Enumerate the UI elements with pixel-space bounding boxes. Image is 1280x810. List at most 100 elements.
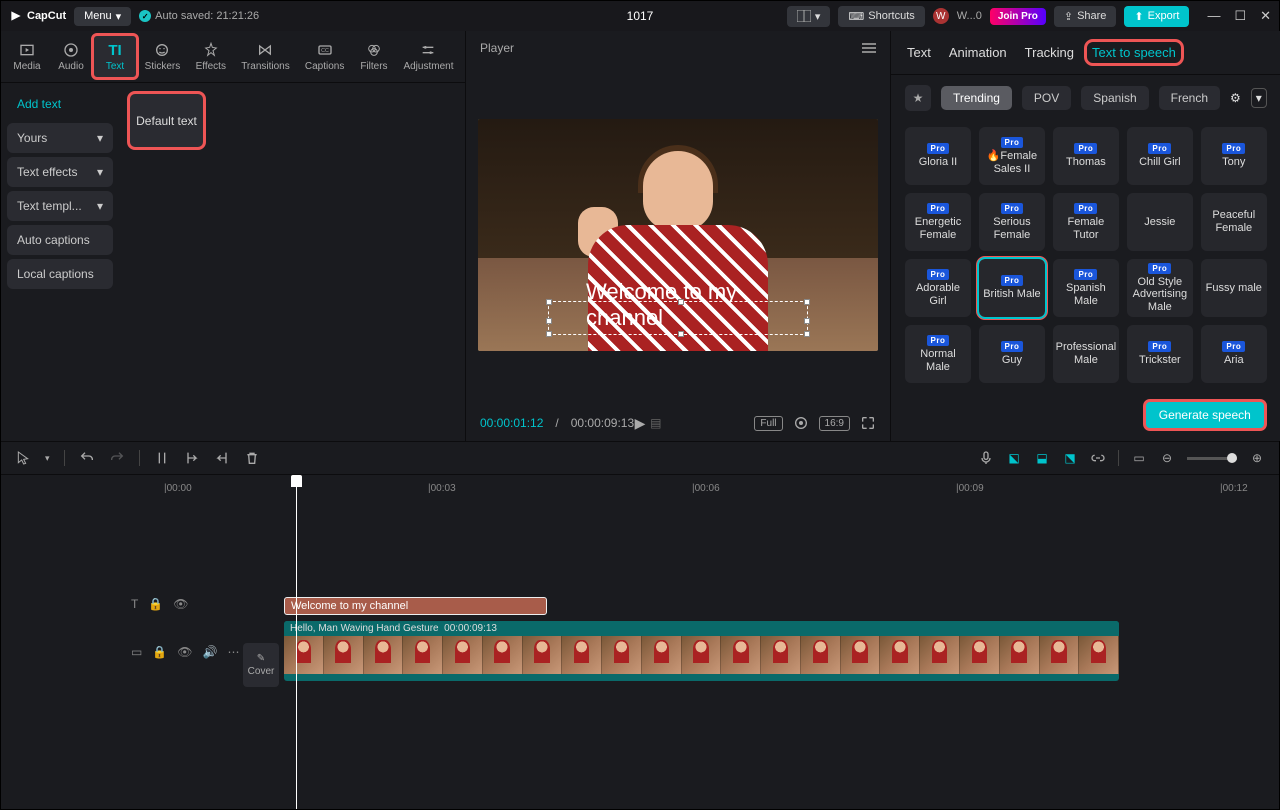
zoom-in-icon[interactable]: ⊕ <box>1249 450 1265 466</box>
compare-icon[interactable]: ▤ <box>650 416 661 430</box>
user-avatar[interactable]: W <box>933 8 949 24</box>
quality-icon[interactable] <box>793 415 809 431</box>
generate-speech-button[interactable]: Generate speech <box>1145 401 1265 429</box>
lock-icon[interactable]: 🔒 <box>152 645 167 659</box>
voice-peaceful-female[interactable]: Peaceful Female <box>1201 193 1267 251</box>
autosave-status: ✓ Auto saved: 21:21:26 <box>139 10 259 22</box>
link-icon[interactable] <box>1090 450 1106 466</box>
menu-button[interactable]: Menu▾ <box>74 7 131 26</box>
voice-adorable-girl[interactable]: ProAdorable Girl <box>905 259 971 317</box>
voice-fussy-male[interactable]: Fussy male <box>1201 259 1267 317</box>
chip-trending[interactable]: Trending <box>941 86 1012 110</box>
mic-icon[interactable] <box>978 450 994 466</box>
chevron-down-icon[interactable]: ▾ <box>1251 88 1267 108</box>
tab-animation[interactable]: Animation <box>949 45 1007 60</box>
play-button[interactable]: ▶ <box>635 415 646 432</box>
ribbon-captions[interactable]: CCCaptions <box>297 35 352 78</box>
voice-guy[interactable]: ProGuy <box>979 325 1045 383</box>
maximize-button[interactable]: ☐ <box>1234 8 1246 24</box>
voice-old-style-advertising-male[interactable]: ProOld Style Advertising Male <box>1127 259 1193 317</box>
voice-professional-male[interactable]: Professional Male <box>1053 325 1119 383</box>
magnet-left-icon[interactable]: ⬕ <box>1006 450 1022 466</box>
text-icon: TI <box>106 41 124 59</box>
voice-normal-male[interactable]: ProNormal Male <box>905 325 971 383</box>
voice-gloria-ii[interactable]: ProGloria II <box>905 127 971 185</box>
sm-add-text[interactable]: Add text <box>7 89 113 119</box>
eye-icon[interactable]: 👁 <box>173 597 188 611</box>
filter-settings-icon[interactable]: ⚙ <box>1230 91 1241 105</box>
zoom-slider[interactable] <box>1187 457 1237 460</box>
ribbon-media[interactable]: Media <box>5 35 49 78</box>
layout-button[interactable]: ▾ <box>787 6 831 27</box>
player-menu-icon[interactable] <box>862 43 876 53</box>
cover-button[interactable]: ✎ Cover <box>243 643 279 687</box>
chip-french[interactable]: French <box>1159 86 1220 110</box>
join-pro-button[interactable]: Join Pro <box>990 8 1046 25</box>
pointer-tool[interactable] <box>15 450 31 466</box>
delete-tool[interactable] <box>244 450 260 466</box>
ribbon-adjustment[interactable]: Adjustment <box>396 35 461 78</box>
voice-chill-girl[interactable]: ProChill Girl <box>1127 127 1193 185</box>
sm-text-templates[interactable]: Text templ...▾ <box>7 191 113 221</box>
undo-button[interactable] <box>79 450 95 466</box>
more-icon[interactable]: ⋯ <box>227 645 239 659</box>
ribbon-audio[interactable]: Audio <box>49 35 93 78</box>
voice-aria[interactable]: ProAria <box>1201 325 1267 383</box>
voice-female-tutor[interactable]: ProFemale Tutor <box>1053 193 1119 251</box>
tab-text[interactable]: Text <box>907 45 931 60</box>
video-clip[interactable]: Hello, Man Waving Hand Gesture 00:00:09:… <box>284 621 1119 681</box>
text-clip[interactable]: Welcome to my channel <box>284 597 547 615</box>
export-button[interactable]: ⬆ Export <box>1124 6 1189 27</box>
voice-spanish-male[interactable]: ProSpanish Male <box>1053 259 1119 317</box>
fullscreen-icon[interactable] <box>860 415 876 431</box>
tab-tracking[interactable]: Tracking <box>1025 45 1074 60</box>
magnet-right-icon[interactable]: ⬔ <box>1062 450 1078 466</box>
chip-pov[interactable]: POV <box>1022 86 1071 110</box>
ribbon-transitions[interactable]: Transitions <box>234 35 298 78</box>
shortcuts-button[interactable]: ⌨ Shortcuts <box>838 6 924 27</box>
player-viewport[interactable]: Welcome to my channel <box>466 65 890 405</box>
close-button[interactable]: ✕ <box>1260 8 1271 24</box>
voice-jessie[interactable]: Jessie <box>1127 193 1193 251</box>
time-ruler[interactable]: |00:00 |00:03 |00:06 |00:09 |00:12 <box>1 475 1279 501</box>
voice-trickster[interactable]: ProTrickster <box>1127 325 1193 383</box>
ribbon-stickers[interactable]: Stickers <box>137 35 188 78</box>
trim-left-tool[interactable] <box>184 450 200 466</box>
voice-serious-female[interactable]: ProSerious Female <box>979 193 1045 251</box>
default-text-preset[interactable]: Default text <box>129 93 204 148</box>
lock-icon[interactable]: 🔒 <box>148 597 163 611</box>
share-button[interactable]: ⇪ Share <box>1054 6 1117 27</box>
tracks-area[interactable]: T 🔒 👁 Welcome to my channel ▭ 🔒 👁 🔊 ⋯ ✎ … <box>1 501 1279 691</box>
aspect-ratio[interactable]: 16:9 <box>819 416 850 431</box>
playhead[interactable] <box>296 475 297 809</box>
time-current: 00:00:01:12 <box>480 416 543 430</box>
sm-auto-captions[interactable]: Auto captions <box>7 225 113 255</box>
mute-icon[interactable]: 🔊 <box>203 645 218 659</box>
ribbon-filters[interactable]: Filters <box>352 35 396 78</box>
ribbon-text[interactable]: TIText <box>93 35 137 78</box>
track-opts-icon[interactable]: ▭ <box>1131 450 1147 466</box>
zoom-out-icon[interactable]: ⊖ <box>1159 450 1175 466</box>
tab-text-to-speech[interactable]: Text to speech <box>1087 42 1181 63</box>
sm-text-effects[interactable]: Text effects▾ <box>7 157 113 187</box>
sm-yours[interactable]: Yours▾ <box>7 123 113 153</box>
transitions-icon <box>256 41 274 59</box>
trim-right-tool[interactable] <box>214 450 230 466</box>
player-text-overlay[interactable]: Welcome to my channel <box>578 275 778 335</box>
chevron-down-icon[interactable]: ▾ <box>45 453 50 464</box>
voice-tony[interactable]: ProTony <box>1201 127 1267 185</box>
voice-energetic-female[interactable]: ProEnergetic Female <box>905 193 971 251</box>
favorites-filter[interactable]: ★ <box>905 85 931 111</box>
sm-local-captions[interactable]: Local captions <box>7 259 113 289</box>
ribbon-effects[interactable]: Effects <box>188 35 234 78</box>
voice--female-sales-ii[interactable]: Pro🔥Female Sales II <box>979 127 1045 185</box>
preview-full[interactable]: Full <box>754 416 782 431</box>
magnet-center-icon[interactable]: ⬓ <box>1034 450 1050 466</box>
minimize-button[interactable]: — <box>1207 8 1220 24</box>
redo-button[interactable] <box>109 450 125 466</box>
voice-thomas[interactable]: ProThomas <box>1053 127 1119 185</box>
voice-british-male[interactable]: ProBritish Male <box>979 259 1045 317</box>
eye-icon[interactable]: 👁 <box>177 645 192 659</box>
split-tool[interactable] <box>154 450 170 466</box>
chip-spanish[interactable]: Spanish <box>1081 86 1148 110</box>
